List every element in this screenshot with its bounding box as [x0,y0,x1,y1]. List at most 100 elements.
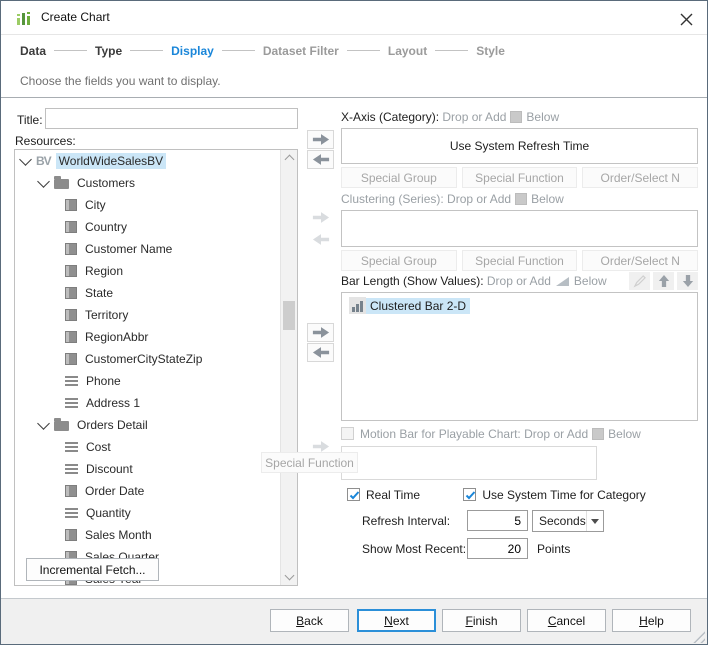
tree-node[interactable]: Phone [15,370,280,392]
tree-node[interactable]: Orders Detail [15,414,280,436]
wizard-step-dataset-filter[interactable]: Dataset Filter [263,44,339,58]
tree-node[interactable]: Region [15,260,280,282]
tree-node[interactable]: Country [15,216,280,238]
barlength-label: Bar Length (Show Values): [341,274,484,288]
cube-icon [65,199,77,211]
tree-node-label: Phone [83,373,124,389]
tree-node[interactable]: CustomerCityStateZip [15,348,280,370]
cube-icon [65,287,77,299]
interval-unit-select[interactable]: Seconds [532,510,604,532]
refresh-interval-input[interactable] [467,510,528,531]
move-up-icon[interactable] [653,272,674,290]
system-time-checkbox[interactable] [463,488,476,501]
wizard-step-style[interactable]: Style [476,44,505,58]
barlength-header: Bar Length (Show Values): Drop or AddBel… [341,272,698,290]
tree-node[interactable]: Territory [15,304,280,326]
points-label: Points [537,542,570,556]
scrollbar-thumb[interactable] [283,301,295,330]
move-left-button-xaxis[interactable] [307,150,334,169]
folder-icon [54,421,69,431]
move-down-icon[interactable] [677,272,698,290]
special-function-button-xaxis: Special Function [462,167,578,188]
wizard-step-type[interactable]: Type [95,44,122,58]
barlength-drop-hint: Drop or Add [487,274,551,288]
list-item[interactable]: Clustered Bar 2-D [349,296,697,315]
clustering-field[interactable] [341,210,698,247]
tree-node[interactable]: Quantity [15,502,280,524]
scroll-up-icon[interactable] [285,155,295,165]
order-select-n-button-clustering: Order/Select N [582,250,698,271]
chart-type-label: Clustered Bar 2-D [366,298,470,314]
tree-node[interactable]: Sales Month [15,524,280,546]
clustering-header: Clustering (Series): Drop or AddBelow [341,192,698,206]
motion-below-hint: Below [608,427,641,441]
tree-node-label: Quantity [83,505,134,521]
wizard-step-layout[interactable]: Layout [388,44,427,58]
subtitle-strip: Choose the fields you want to display. [1,65,707,98]
step-separator [54,50,87,51]
drop-target-icon [592,428,604,440]
tree-node[interactable]: WorldWideSalesBV [15,150,280,172]
refresh-interval-label: Refresh Interval: [362,514,450,528]
next-button[interactable]: Next [357,609,436,632]
drop-target-triangle-icon [556,277,569,286]
titlebar: Create Chart [1,1,707,35]
help-button[interactable]: Help [612,609,691,632]
wizard-step-display[interactable]: Display [171,44,214,58]
tree-node[interactable]: Address 1 [15,392,280,414]
clustering-drop-hint: Drop or Add [447,192,511,206]
chart-title-input[interactable] [45,108,298,129]
resources-tree: WorldWideSalesBVCustomersCityCountryCust… [14,149,298,586]
xaxis-field[interactable]: Use System Refresh Time [341,128,698,164]
close-icon[interactable] [675,8,697,30]
tree-node[interactable]: RegionAbbr [15,326,280,348]
tree-node[interactable]: City [15,194,280,216]
drop-target-icon [510,111,522,123]
tree-scrollbar[interactable] [280,150,297,585]
incremental-fetch-button[interactable]: Incremental Fetch... [26,558,159,581]
wizard-steps: Data Type Display Dataset Filter Layout Style [1,36,707,65]
wizard-step-data[interactable]: Data [20,44,46,58]
resources-label: Resources: [15,134,76,148]
tree-node[interactable]: Customers [15,172,280,194]
cancel-button[interactable]: Cancel [527,609,606,632]
xaxis-label: X-Axis (Category): [341,110,439,124]
tree-node[interactable]: Discount [15,458,280,480]
chevron-down-icon[interactable] [37,417,50,430]
tree-node-label: State [82,285,116,301]
show-most-recent-input[interactable] [467,538,528,559]
chart-title-label: Title: [17,113,43,127]
tree-node[interactable]: Cost [15,436,280,458]
wizard-description: Choose the fields you want to display. [20,74,221,88]
motion-checkbox [341,427,354,440]
tree-node[interactable]: Customer Name [15,238,280,260]
finish-button[interactable]: Finish [442,609,521,632]
folder-icon [54,179,69,189]
scroll-down-icon[interactable] [285,571,295,581]
motion-drop-hint: Drop or Add [524,427,588,441]
tree-node-label: Address 1 [83,395,143,411]
tree-node[interactable]: State [15,282,280,304]
tree-node-label: City [82,197,109,213]
move-left-button-barlength[interactable] [307,343,334,362]
tree-node-label: Sales Month [82,527,155,543]
motion-field [341,446,597,480]
drop-target-icon [515,193,527,205]
clustering-below-hint: Below [531,192,564,206]
real-time-checkbox[interactable] [347,488,360,501]
cube-icon [65,265,77,277]
motion-label: Motion Bar for Playable Chart: [360,427,521,441]
special-function-button-clustering: Special Function [462,250,578,271]
tree-node-label: Discount [83,461,136,477]
interval-unit-value: Seconds [533,514,586,528]
chevron-down-icon[interactable] [37,175,50,188]
back-button[interactable]: Back [270,609,349,632]
move-right-button-barlength[interactable] [307,323,334,342]
move-right-button-xaxis[interactable] [307,130,334,149]
cube-icon [65,243,77,255]
window-title: Create Chart [41,10,110,24]
tree-node[interactable]: Order Date [15,480,280,502]
chevron-down-icon[interactable] [19,153,32,166]
resize-grip-icon[interactable] [692,630,705,643]
real-time-label: Real Time [366,488,420,502]
